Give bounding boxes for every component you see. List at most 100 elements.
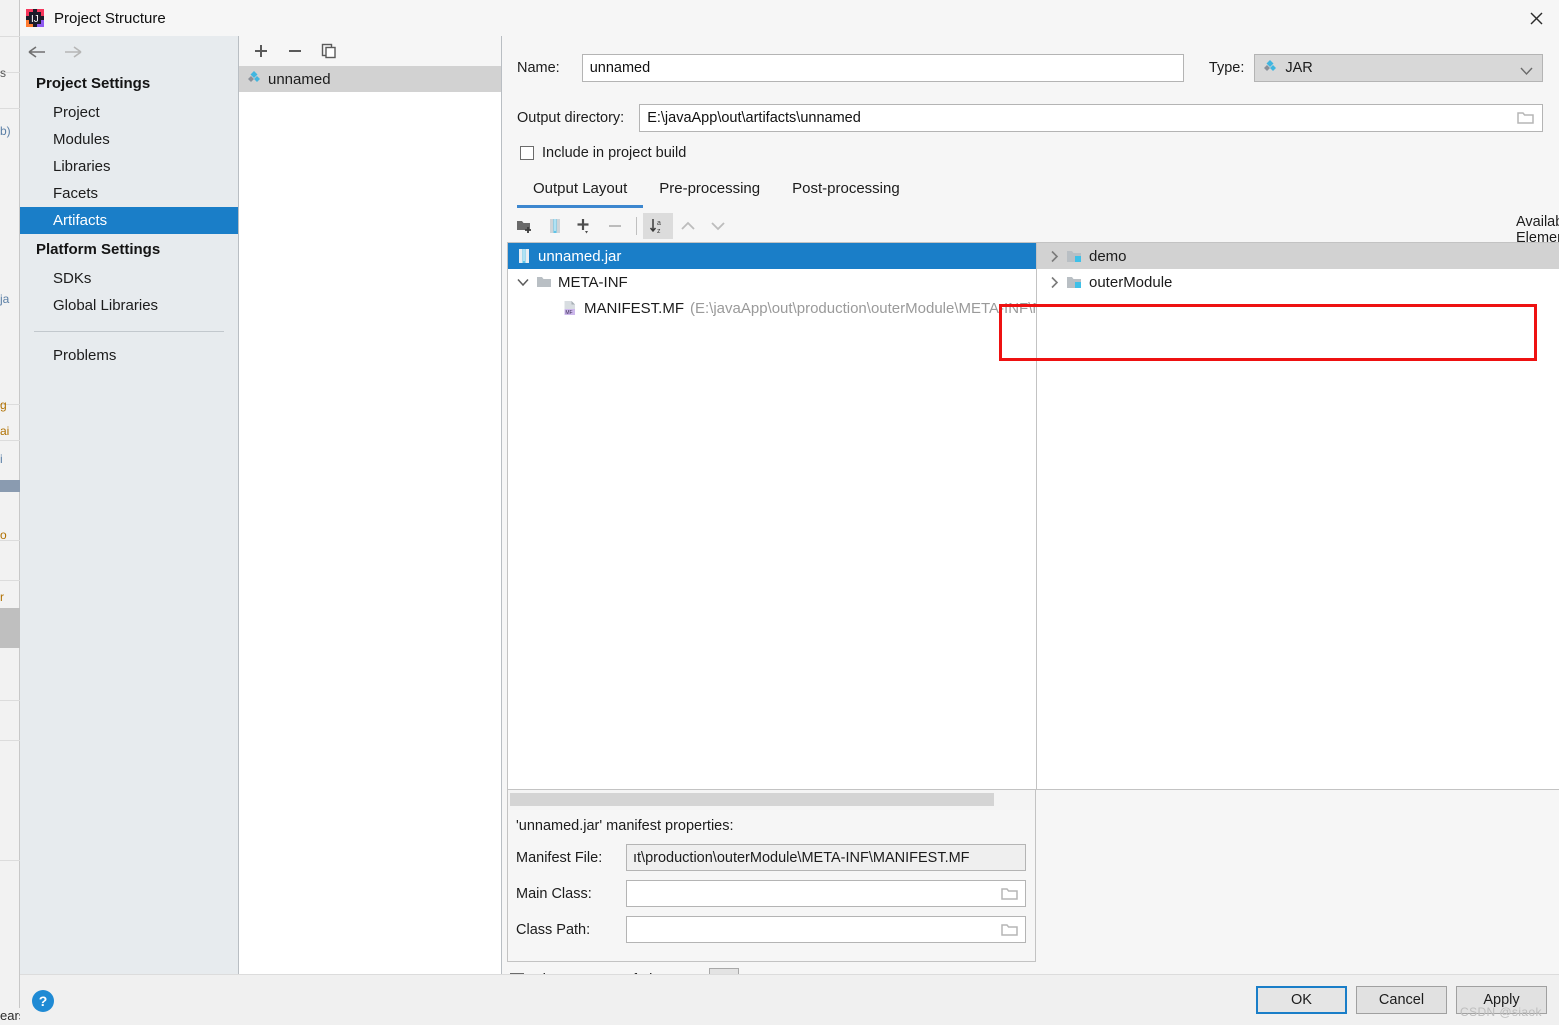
include-in-build-checkbox[interactable]: [520, 146, 534, 160]
tab-pre-processing[interactable]: Pre-processing: [643, 176, 776, 208]
manifest-file-label: Manifest File:: [516, 849, 603, 866]
arrow-right-icon: [60, 40, 86, 64]
close-icon[interactable]: [1513, 0, 1559, 36]
folder-icon[interactable]: [1001, 886, 1018, 905]
type-select[interactable]: JAR: [1254, 54, 1543, 82]
create-archive-icon[interactable]: [540, 213, 570, 239]
folder-icon: [534, 275, 554, 289]
output-layout-tree[interactable]: unnamed.jar META-INF MF MANIFEST.MF (E:\…: [507, 242, 1036, 790]
folder-icon[interactable]: [1001, 922, 1018, 941]
main-class-input[interactable]: [626, 880, 1026, 907]
plus-icon[interactable]: [251, 41, 271, 61]
output-directory-input[interactable]: E:\javaApp\out\artifacts\unnamed: [639, 104, 1543, 132]
artifact-jar-icon: [1263, 59, 1277, 77]
sidebar-item-global-libraries[interactable]: Global Libraries: [20, 292, 238, 319]
tab-post-processing[interactable]: Post-processing: [776, 176, 916, 208]
plus-dropdown-icon[interactable]: [570, 213, 600, 239]
cancel-button[interactable]: Cancel: [1356, 986, 1447, 1014]
manifest-file-icon: MF: [560, 300, 580, 316]
sidebar-item-sdks[interactable]: SDKs: [20, 265, 238, 292]
sidebar-nav-toolbar: [20, 36, 238, 68]
artifact-editor-panel: Name: unnamed Type: JAR Output directory…: [502, 36, 1559, 992]
class-path-input[interactable]: [626, 916, 1026, 943]
artifact-list-item-label: unnamed: [268, 70, 331, 88]
sidebar-divider: [34, 331, 224, 332]
project-structure-dialog: IJ Project Structure Project Settings Pr…: [20, 0, 1559, 1025]
chevron-right-icon[interactable]: [1043, 250, 1065, 263]
tree-row-label: demo: [1089, 247, 1127, 265]
minus-icon[interactable]: [285, 41, 305, 61]
settings-sidebar: Project Settings Project Modules Librari…: [20, 36, 239, 974]
chevron-right-icon[interactable]: [1043, 276, 1065, 289]
tree-row[interactable]: unnamed.jar: [508, 243, 1036, 269]
tree-row-label: MANIFEST.MF: [584, 299, 684, 317]
artifacts-list: unnamed: [239, 66, 501, 974]
tab-output-layout[interactable]: Output Layout: [517, 176, 644, 208]
include-in-build-row[interactable]: Include in project build: [520, 142, 686, 164]
artifacts-list-panel: unnamed: [239, 36, 502, 974]
editor-tabs: Output Layout Pre-processing Post-proces…: [517, 176, 1559, 208]
output-directory-label: Output directory:: [517, 110, 625, 126]
tree-row-label: outerModule: [1089, 273, 1173, 291]
chevron-down-icon: [1520, 64, 1533, 80]
chevron-down-icon[interactable]: [512, 278, 534, 287]
svg-text:IJ: IJ: [31, 14, 39, 25]
tree-row[interactable]: outerModule: [1037, 269, 1559, 295]
name-label: Name:: [517, 60, 560, 76]
minus-icon: [600, 213, 630, 239]
sidebar-item-artifacts[interactable]: Artifacts: [20, 207, 238, 234]
scrollbar-thumb[interactable]: [510, 793, 994, 806]
watermark-text: CSDN @siaok: [1460, 1005, 1542, 1019]
arrow-left-icon[interactable]: [24, 40, 50, 64]
sidebar-group-project-settings: Project Settings: [36, 75, 151, 92]
manifest-file-row: Manifest File: ıt\production\outerModule…: [516, 844, 1026, 871]
name-row: Name: unnamed Type: JAR: [517, 54, 1543, 82]
artifacts-toolbar: [239, 36, 501, 66]
svg-text:z: z: [657, 228, 661, 235]
folder-icon[interactable]: [1517, 110, 1534, 129]
type-select-value: JAR: [1285, 60, 1313, 76]
intellij-idea-logo-icon: IJ: [26, 9, 44, 27]
tree-row[interactable]: META-INF: [508, 269, 1036, 295]
manifest-properties-title: 'unnamed.jar' manifest properties:: [516, 818, 734, 834]
name-input-value: unnamed: [589, 60, 651, 76]
output-layout-toolbar: a z: [510, 210, 1559, 242]
artifact-list-item[interactable]: unnamed: [239, 66, 501, 92]
module-source-folder-icon: [1065, 249, 1085, 264]
toolbar-divider: [636, 217, 637, 235]
tree-row[interactable]: MF MANIFEST.MF (E:\javaApp\out\productio…: [508, 295, 1036, 321]
copy-icon[interactable]: [319, 41, 339, 61]
sidebar-item-libraries[interactable]: Libraries: [20, 153, 238, 180]
create-directory-icon[interactable]: [510, 213, 540, 239]
output-tree-hscrollbar[interactable]: [507, 790, 1036, 810]
dialog-title: Project Structure: [54, 9, 166, 27]
sort-alpha-icon[interactable]: a z: [643, 213, 673, 239]
ok-button[interactable]: OK: [1256, 986, 1347, 1014]
svg-text:a: a: [657, 220, 661, 227]
tree-row[interactable]: demo: [1037, 243, 1559, 269]
class-path-label: Class Path:: [516, 921, 591, 938]
manifest-file-value: ıt\production\outerModule\META-INF\MANIF…: [633, 849, 970, 866]
tree-row-label: unnamed.jar: [538, 247, 622, 265]
tree-row-label: META-INF: [558, 273, 628, 291]
main-class-row: Main Class:: [516, 880, 1026, 907]
name-input[interactable]: unnamed: [581, 54, 1184, 82]
help-button[interactable]: ?: [32, 990, 54, 1012]
module-source-folder-icon: [1065, 275, 1085, 290]
dialog-titlebar: IJ Project Structure: [20, 0, 1559, 36]
sidebar-group-platform-settings: Platform Settings: [36, 241, 161, 258]
available-elements-tree[interactable]: demo outerModule: [1036, 242, 1559, 790]
manifest-file-input[interactable]: ıt\production\outerModule\META-INF\MANIF…: [626, 844, 1026, 871]
sidebar-item-problems[interactable]: Problems: [20, 342, 238, 369]
editor-filler: [1036, 790, 1559, 962]
arrow-down-icon: [703, 213, 733, 239]
sidebar-item-modules[interactable]: Modules: [20, 126, 238, 153]
arrow-up-icon: [673, 213, 703, 239]
sidebar-item-project[interactable]: Project: [20, 99, 238, 126]
manifest-properties-panel: 'unnamed.jar' manifest properties: Manif…: [507, 810, 1036, 962]
sidebar-item-facets[interactable]: Facets: [20, 180, 238, 207]
type-label: Type:: [1208, 60, 1245, 76]
main-class-label: Main Class:: [516, 885, 592, 902]
output-directory-row: Output directory: E:\javaApp\out\artifac…: [517, 104, 1543, 132]
svg-text:MF: MF: [565, 310, 572, 316]
